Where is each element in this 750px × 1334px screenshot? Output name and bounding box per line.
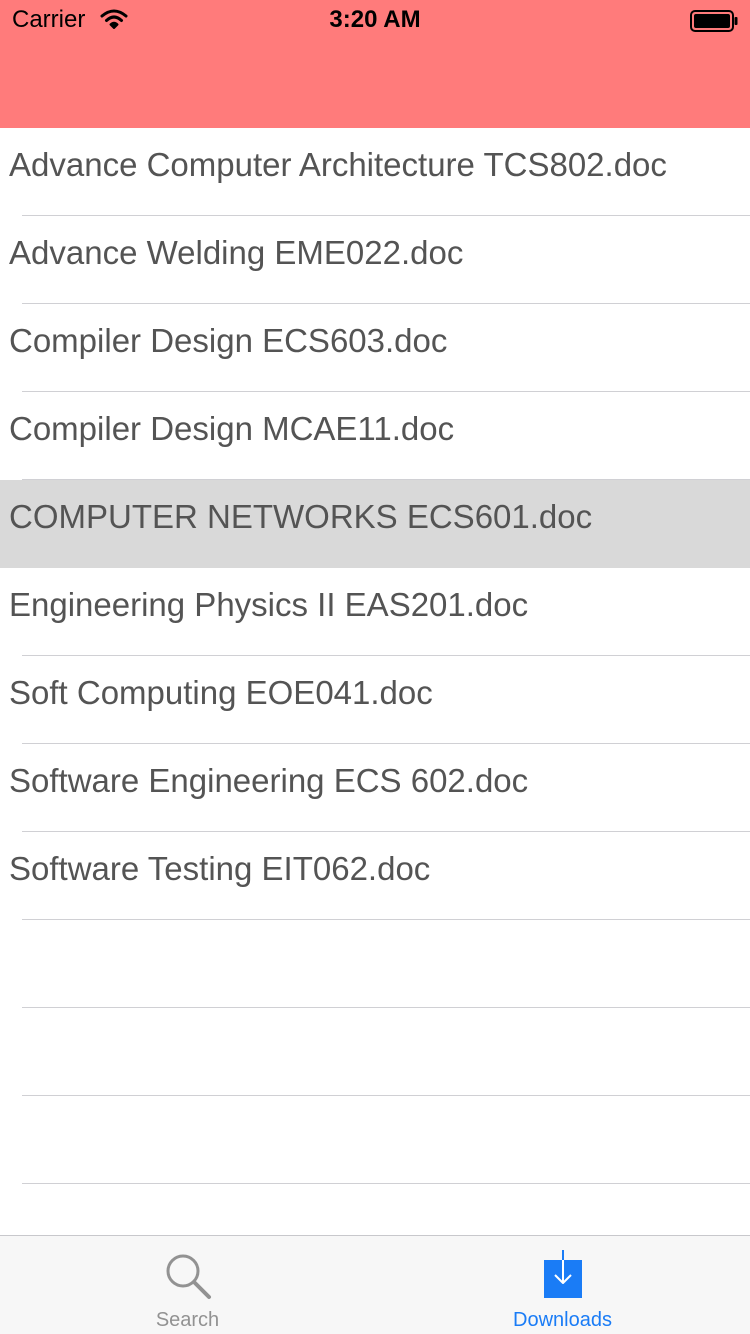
battery-icon: [690, 10, 738, 32]
list-item[interactable]: Compiler Design MCAE11.doc: [0, 392, 750, 480]
list-item-label: Software Engineering ECS 602.doc: [9, 762, 529, 799]
list-item[interactable]: Advance Welding EME022.doc: [0, 216, 750, 304]
list-item-label: Compiler Design MCAE11.doc: [9, 410, 455, 447]
magnifier-icon: [166, 1254, 211, 1299]
list-item-label: Engineering Physics II EAS201.doc: [9, 586, 529, 623]
status-bar: Carrier 3:20 AM: [0, 0, 750, 40]
navigation-header: Carrier 3:20 AM: [0, 0, 750, 128]
list-item[interactable]: Advance Computer Architecture TCS802.doc: [0, 128, 750, 216]
list-item-label: COMPUTER NETWORKS ECS601.doc: [9, 498, 593, 535]
list-item-label: Advance Computer Architecture TCS802.doc: [9, 146, 667, 183]
list-item[interactable]: Software Testing EIT062.doc: [0, 832, 750, 920]
list-item-selected[interactable]: COMPUTER NETWORKS ECS601.doc: [0, 480, 750, 568]
list-item[interactable]: Engineering Physics II EAS201.doc: [0, 568, 750, 656]
empty-row: [0, 1096, 750, 1184]
download-icon: [543, 1250, 582, 1298]
list-item[interactable]: Software Engineering ECS 602.doc: [0, 744, 750, 832]
tab-bar: Search Downloads: [0, 1235, 750, 1334]
downloads-list: Advance Computer Architecture TCS802.doc…: [0, 128, 750, 1235]
status-time: 3:20 AM: [329, 6, 421, 33]
list-item[interactable]: Compiler Design ECS603.doc: [0, 304, 750, 392]
empty-row: [0, 1184, 750, 1235]
tab-search[interactable]: Search: [0, 1236, 375, 1334]
screen: Carrier 3:20 AM Advance Computer Archite…: [0, 0, 750, 1334]
tab-downloads[interactable]: Downloads: [375, 1236, 750, 1334]
tab-search-label: Search: [155, 1309, 220, 1331]
list-item-label: Soft Computing EOE041.doc: [9, 674, 433, 711]
list-item-label: Advance Welding EME022.doc: [9, 234, 464, 271]
list-item[interactable]: Soft Computing EOE041.doc: [0, 656, 750, 744]
empty-row: [0, 920, 750, 1008]
tab-downloads-label: Downloads: [513, 1309, 612, 1331]
list-item-label: Compiler Design ECS603.doc: [9, 322, 448, 359]
list-item-label: Software Testing EIT062.doc: [9, 850, 431, 887]
empty-row: [0, 1008, 750, 1096]
